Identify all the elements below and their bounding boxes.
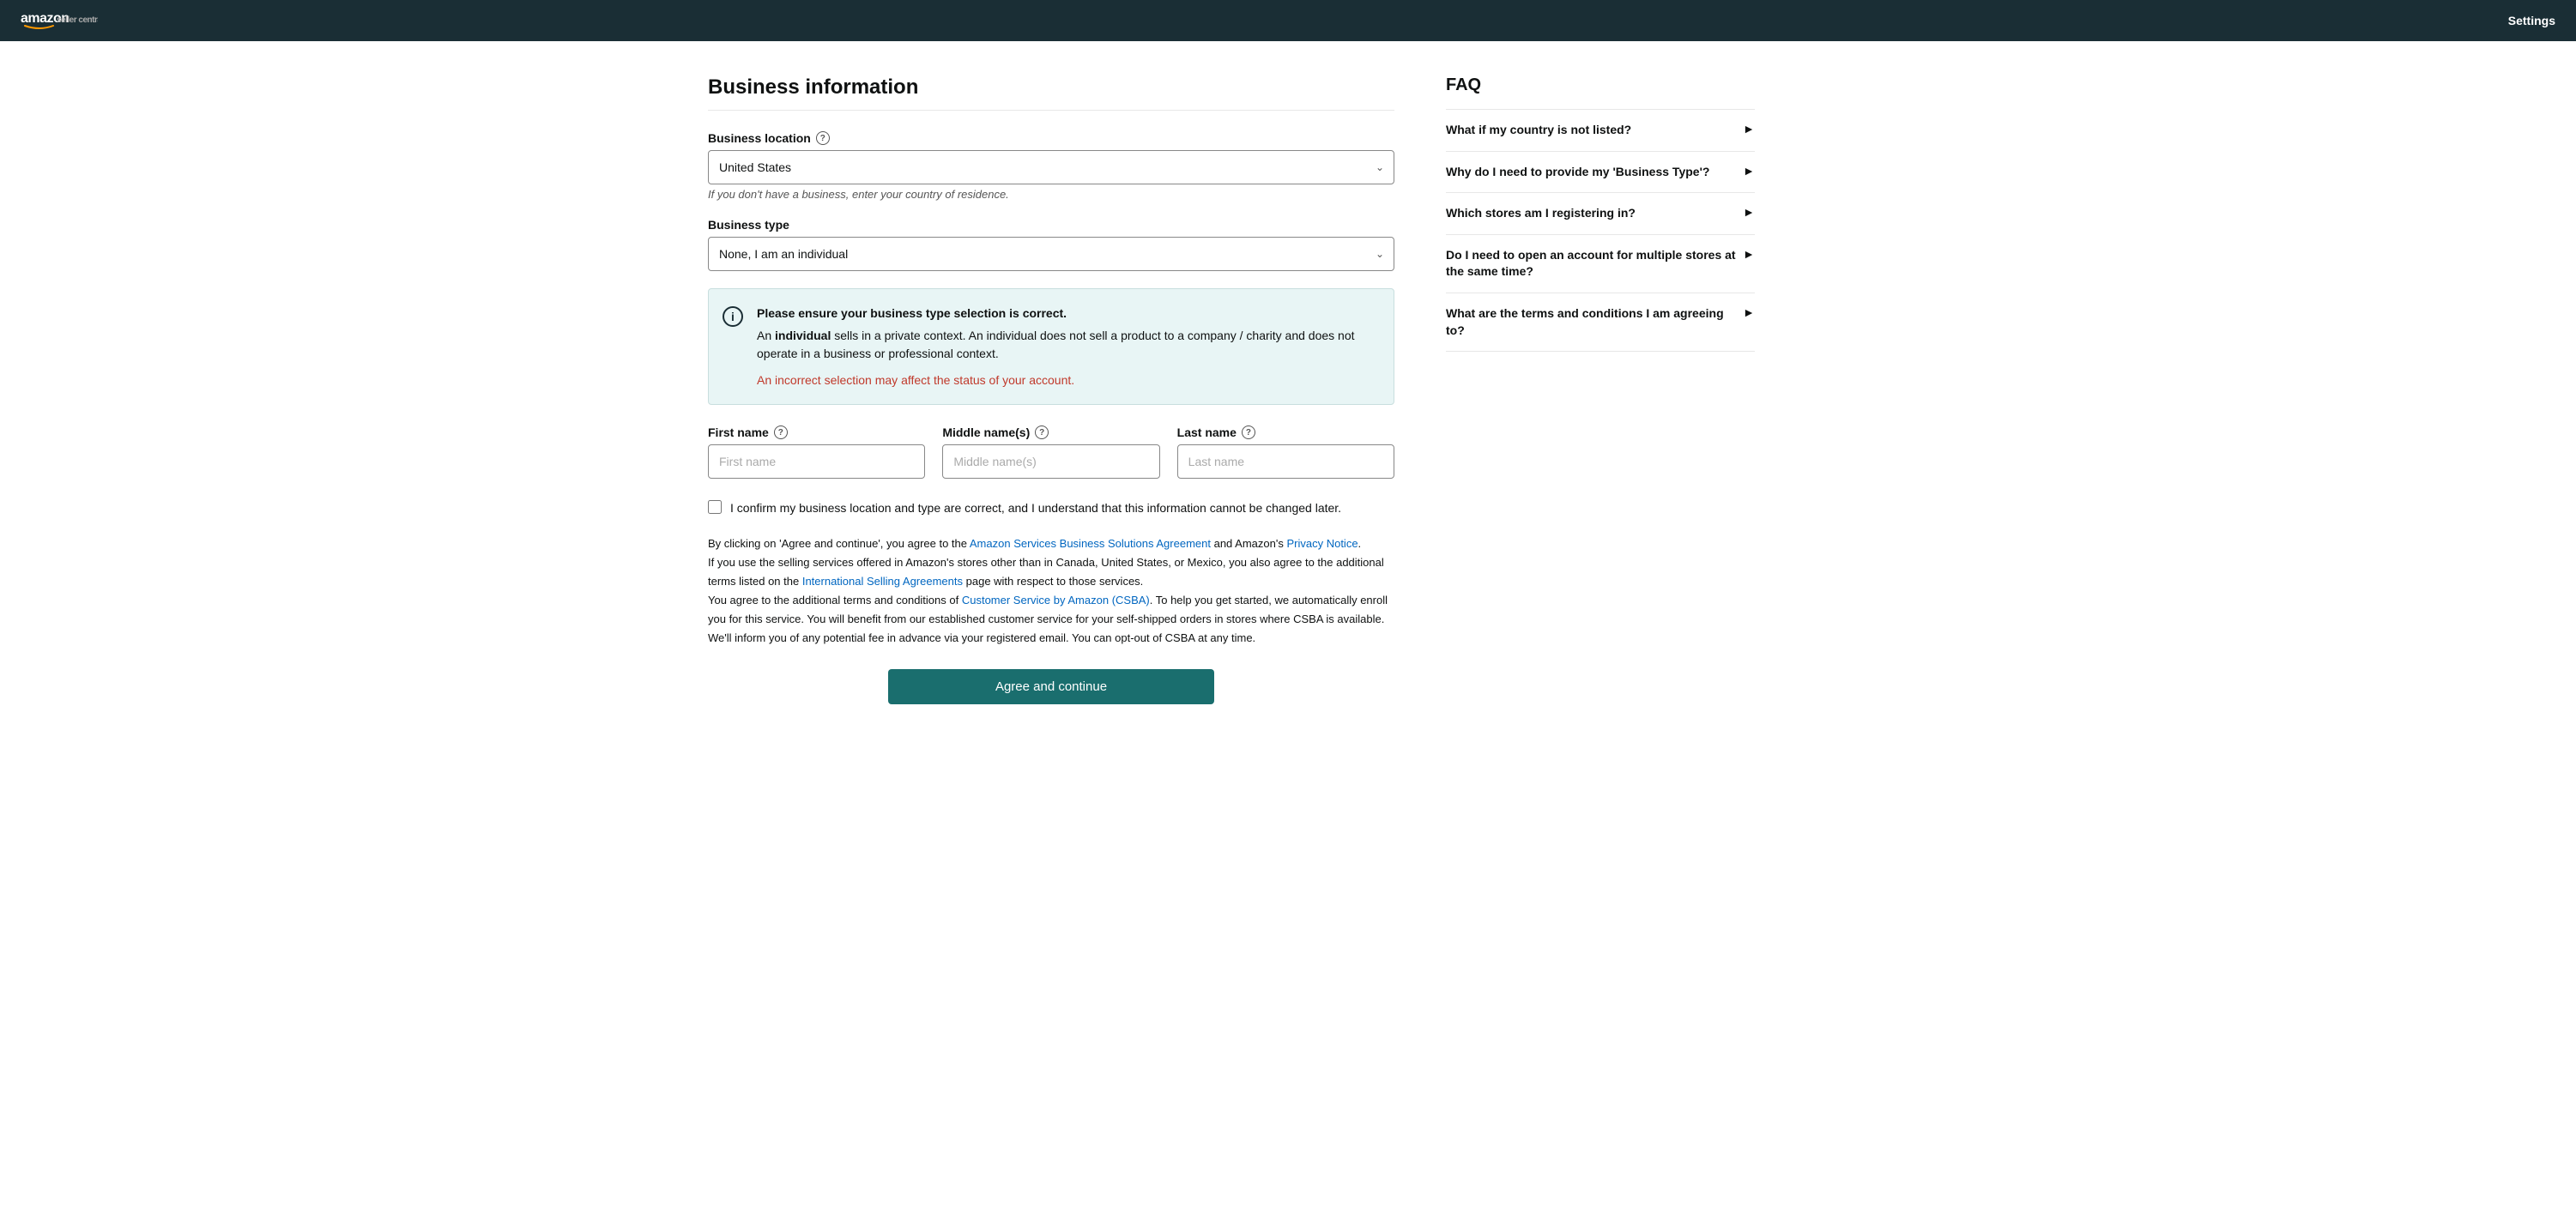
faq-question-4: Do I need to open an account for multipl… [1446,247,1736,281]
chevron-right-icon-5: ► [1743,305,1755,319]
middle-name-input[interactable] [942,444,1159,479]
faq-title: FAQ [1446,75,1755,95]
last-name-label: Last name ? [1177,425,1394,439]
settings-link[interactable]: Settings [2508,14,2555,27]
business-location-select-wrapper: United States ⌄ [708,150,1394,184]
business-type-group: Business type None, I am an individual ⌄ [708,218,1394,271]
first-name-label: First name ? [708,425,925,439]
legal-line3-prefix: You agree to the additional terms and co… [708,594,962,606]
chevron-right-icon-2: ► [1743,164,1755,178]
middle-name-field: Middle name(s) ? [942,425,1159,479]
page-container: Business information Business location ?… [687,41,1889,739]
confirmation-checkbox-label[interactable]: I confirm my business location and type … [730,499,1341,517]
privacy-notice-link[interactable]: Privacy Notice [1286,537,1358,550]
header: amazon seller central Settings [0,0,2576,41]
business-type-select-wrapper: None, I am an individual ⌄ [708,237,1394,271]
faq-question-1: What if my country is not listed? [1446,122,1736,139]
business-location-select[interactable]: United States [708,150,1394,184]
legal-line2-suffix: page with respect to those services. [963,575,1143,588]
info-box-warning: An incorrect selection may affect the st… [757,373,1376,387]
agree-and-continue-button[interactable]: Agree and continue [888,669,1214,704]
business-location-label: Business location ? [708,131,1394,145]
faq-question-3: Which stores am I registering in? [1446,205,1736,222]
logo: amazon seller central [21,7,98,35]
csba-link[interactable]: Customer Service by Amazon (CSBA) [962,594,1150,606]
legal-line1-prefix: By clicking on 'Agree and continue', you… [708,537,970,550]
business-type-label: Business type [708,218,1394,232]
faq-item-1[interactable]: What if my country is not listed? ► [1446,110,1755,152]
middle-name-label: Middle name(s) ? [942,425,1159,439]
middle-name-help-icon[interactable]: ? [1035,425,1049,439]
info-box-title: Please ensure your business type selecti… [757,306,1376,320]
first-name-help-icon[interactable]: ? [774,425,788,439]
faq-item-2[interactable]: Why do I need to provide my 'Business Ty… [1446,152,1755,194]
faq-question-5: What are the terms and conditions I am a… [1446,305,1736,339]
confirmation-checkbox-row: I confirm my business location and type … [708,499,1394,517]
chevron-right-icon-3: ► [1743,205,1755,219]
faq-question-2: Why do I need to provide my 'Business Ty… [1446,164,1736,181]
last-name-help-icon[interactable]: ? [1242,425,1255,439]
business-type-select[interactable]: None, I am an individual [708,237,1394,271]
faq-item-4[interactable]: Do I need to open an account for multipl… [1446,235,1755,293]
legal-line1-mid: and Amazon's [1211,537,1286,550]
legal-text: By clicking on 'Agree and continue', you… [708,534,1394,649]
amazon-logo: amazon seller central [21,7,98,35]
last-name-field: Last name ? [1177,425,1394,479]
business-location-help-icon[interactable]: ? [816,131,830,145]
international-selling-link[interactable]: International Selling Agreements [802,575,963,588]
last-name-input[interactable] [1177,444,1394,479]
business-location-group: Business location ? United States ⌄ If y… [708,131,1394,201]
first-name-input[interactable] [708,444,925,479]
legal-line1-suffix: . [1358,537,1362,550]
form-section: Business information Business location ?… [708,75,1394,704]
info-icon: i [723,306,743,327]
svg-text:seller central: seller central [57,15,98,25]
chevron-right-icon-4: ► [1743,247,1755,261]
confirmation-checkbox[interactable] [708,500,722,514]
info-box-body: An individual sells in a private context… [757,327,1376,363]
page-title: Business information [708,75,1394,111]
chevron-right-icon-1: ► [1743,122,1755,136]
faq-item-5[interactable]: What are the terms and conditions I am a… [1446,293,1755,352]
name-fields-row: First name ? Middle name(s) ? Last name … [708,425,1394,479]
faq-section: FAQ What if my country is not listed? ► … [1446,75,1755,704]
business-type-info-box: i Please ensure your business type selec… [708,288,1394,405]
amazon-bsa-link[interactable]: Amazon Services Business Solutions Agree… [970,537,1211,550]
faq-item-3[interactable]: Which stores am I registering in? ► [1446,193,1755,235]
business-location-hint: If you don't have a business, enter your… [708,188,1394,201]
first-name-field: First name ? [708,425,925,479]
